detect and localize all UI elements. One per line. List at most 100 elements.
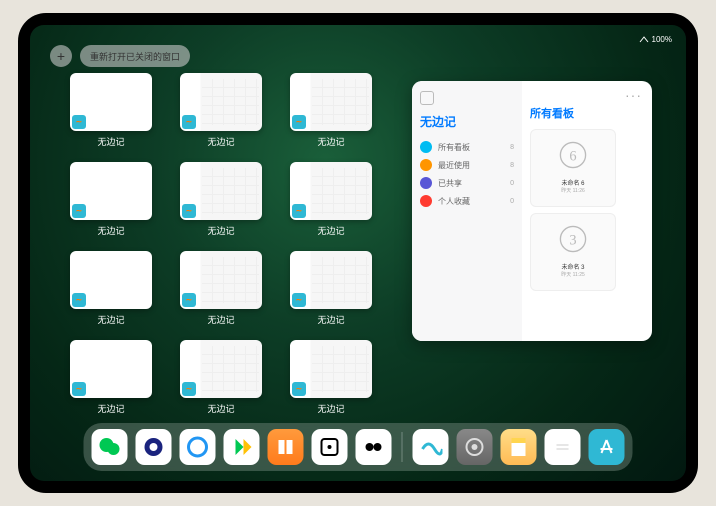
thumbnail-label: 无边记 bbox=[317, 402, 344, 415]
sidebar: 无边记 所有看板 8 最近使用 8 已共享 0 个人收藏 0 bbox=[412, 81, 522, 341]
thumbnail-preview bbox=[180, 340, 262, 398]
thumbnail-preview bbox=[180, 251, 262, 309]
window-thumbnail[interactable]: 无边记 bbox=[290, 73, 372, 148]
freeform-icon bbox=[182, 204, 196, 218]
svg-text:3: 3 bbox=[569, 232, 576, 248]
app-title: 无边记 bbox=[420, 113, 514, 130]
category-icon bbox=[420, 177, 432, 189]
count-badge: 0 bbox=[510, 198, 514, 205]
thumbnail-label: 无边记 bbox=[207, 313, 234, 326]
window-thumbnail[interactable]: 无边记 bbox=[70, 251, 152, 326]
thumbnail-preview bbox=[180, 73, 262, 131]
sidebar-item-label: 已共享 bbox=[438, 178, 462, 189]
board-scribble: 6 bbox=[554, 136, 592, 174]
more-icon[interactable]: ··· bbox=[625, 87, 642, 103]
dice-icon[interactable] bbox=[312, 429, 348, 465]
window-thumbnail[interactable]: 无边记 bbox=[290, 340, 372, 415]
window-thumbnail[interactable]: 无边记 bbox=[290, 251, 372, 326]
thumbnail-preview bbox=[70, 340, 152, 398]
thumbnail-preview bbox=[290, 251, 372, 309]
thumbnail-preview bbox=[70, 162, 152, 220]
freeform-main-window[interactable]: ··· 无边记 所有看板 8 最近使用 8 已共享 0 个人收藏 0 所有看板 6 未命名 6 昨… bbox=[412, 81, 652, 341]
category-icon bbox=[420, 159, 432, 171]
notes-icon[interactable] bbox=[545, 429, 581, 465]
count-badge: 0 bbox=[510, 180, 514, 187]
thumbnail-label: 无边记 bbox=[207, 224, 234, 237]
thumbnail-preview bbox=[70, 73, 152, 131]
books-icon[interactable] bbox=[268, 429, 304, 465]
sidebar-item-label: 个人收藏 bbox=[438, 196, 470, 207]
category-icon bbox=[420, 141, 432, 153]
category-icon bbox=[420, 195, 432, 207]
window-grid: 无边记无边记无边记无边记无边记无边记无边记无边记无边记无边记无边记无边记 bbox=[70, 73, 370, 415]
board-name: 未命名 3 bbox=[561, 262, 584, 271]
sidebar-item[interactable]: 最近使用 8 bbox=[420, 156, 514, 174]
freeform-icon bbox=[182, 115, 196, 129]
board-scribble: 3 bbox=[554, 220, 592, 258]
ipad-frame: 100% + 重新打开已关闭的窗口 无边记无边记无边记无边记无边记无边记无边记无… bbox=[18, 13, 698, 493]
thumbnail-label: 无边记 bbox=[97, 313, 124, 326]
freeform-icon bbox=[182, 382, 196, 396]
sidebar-item[interactable]: 已共享 0 bbox=[420, 174, 514, 192]
freeform-icon bbox=[72, 293, 86, 307]
sidebar-item[interactable]: 所有看板 8 bbox=[420, 138, 514, 156]
window-thumbnail[interactable]: 无边记 bbox=[70, 73, 152, 148]
board-card[interactable]: 6未命名 6昨天 11:26 bbox=[530, 129, 616, 207]
freeform-icon bbox=[292, 204, 306, 218]
svg-text:6: 6 bbox=[569, 148, 576, 164]
thumbnail-label: 无边记 bbox=[317, 224, 344, 237]
freeform-icon bbox=[182, 293, 196, 307]
freeform-icon bbox=[72, 204, 86, 218]
count-badge: 8 bbox=[510, 162, 514, 169]
thumbnail-preview bbox=[70, 251, 152, 309]
window-thumbnail[interactable]: 无边记 bbox=[180, 162, 262, 237]
thumbnail-preview bbox=[290, 340, 372, 398]
boards-panel: 所有看板 6未命名 6昨天 11:263未命名 3昨天 11:25 bbox=[522, 81, 652, 341]
new-window-button[interactable]: + bbox=[50, 45, 72, 67]
thumbnail-label: 无边记 bbox=[207, 402, 234, 415]
screen: 100% + 重新打开已关闭的窗口 无边记无边记无边记无边记无边记无边记无边记无… bbox=[30, 25, 686, 481]
board-name: 未命名 6 bbox=[561, 178, 584, 187]
dock bbox=[84, 423, 633, 471]
pages-icon[interactable] bbox=[501, 429, 537, 465]
thumbnail-preview bbox=[180, 162, 262, 220]
status-right: 100% bbox=[639, 35, 672, 44]
thumbnail-label: 无边记 bbox=[97, 224, 124, 237]
window-thumbnail[interactable]: 无边记 bbox=[180, 251, 262, 326]
window-thumbnail[interactable]: 无边记 bbox=[290, 162, 372, 237]
thumbnail-label: 无边记 bbox=[207, 135, 234, 148]
top-buttons: + 重新打开已关闭的窗口 bbox=[50, 45, 190, 67]
thumbnail-preview bbox=[290, 73, 372, 131]
freeform-icon[interactable] bbox=[413, 429, 449, 465]
qq-icon[interactable] bbox=[136, 429, 172, 465]
freeform-icon bbox=[72, 115, 86, 129]
boards-title: 所有看板 bbox=[530, 105, 644, 121]
freeform-icon bbox=[292, 115, 306, 129]
count-badge: 8 bbox=[510, 144, 514, 151]
reopen-closed-button[interactable]: 重新打开已关闭的窗口 bbox=[80, 45, 190, 67]
sidebar-toggle-icon[interactable] bbox=[420, 91, 434, 105]
thumbnail-label: 无边记 bbox=[97, 135, 124, 148]
board-card[interactable]: 3 未命名 3昨天 11:25 bbox=[530, 213, 616, 291]
window-thumbnail[interactable]: 无边记 bbox=[180, 73, 262, 148]
wechat-icon[interactable] bbox=[92, 429, 128, 465]
freeform-icon bbox=[292, 293, 306, 307]
window-thumbnail[interactable]: 无边记 bbox=[180, 340, 262, 415]
window-thumbnail[interactable]: 无边记 bbox=[70, 340, 152, 415]
thumbnail-label: 无边记 bbox=[317, 313, 344, 326]
windows-area: 无边记无边记无边记无边记无边记无边记无边记无边记无边记无边记无边记无边记 ···… bbox=[70, 73, 646, 415]
sidebar-item-label: 最近使用 bbox=[438, 160, 470, 171]
board-timestamp: 昨天 11:25 bbox=[561, 271, 585, 278]
play-icon[interactable] bbox=[224, 429, 260, 465]
settings-icon[interactable] bbox=[457, 429, 493, 465]
appstore-icon[interactable] bbox=[589, 429, 625, 465]
window-thumbnail[interactable]: 无边记 bbox=[70, 162, 152, 237]
sidebar-item[interactable]: 个人收藏 0 bbox=[420, 192, 514, 210]
round-icon[interactable] bbox=[356, 429, 392, 465]
thumbnail-label: 无边记 bbox=[317, 135, 344, 148]
browser-icon[interactable] bbox=[180, 429, 216, 465]
thumbnail-preview bbox=[290, 162, 372, 220]
freeform-icon bbox=[72, 382, 86, 396]
sidebar-item-label: 所有看板 bbox=[438, 142, 470, 153]
thumbnail-label: 无边记 bbox=[97, 402, 124, 415]
